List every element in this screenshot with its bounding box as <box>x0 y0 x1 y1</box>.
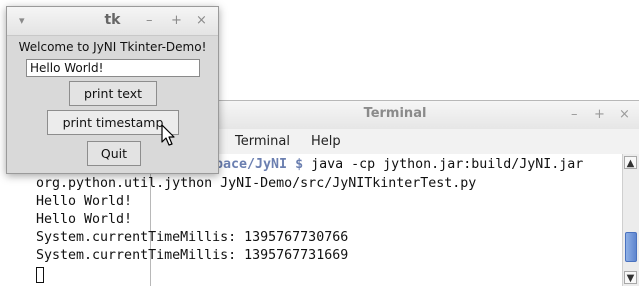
scroll-up-icon[interactable]: ▲ <box>624 156 637 169</box>
mouse-pointer-icon <box>161 124 175 146</box>
scroll-down-icon[interactable]: ▼ <box>624 271 637 284</box>
maximize-icon[interactable]: + <box>594 107 605 122</box>
terminal-menubar: Terminal Help <box>151 129 639 155</box>
terminal-line: org.python.util.jython JyNI-Demo/src/JyN… <box>36 176 477 191</box>
welcome-label: Welcome to JyNI Tkinter-Demo! <box>18 40 207 54</box>
terminal-cursor <box>36 267 44 283</box>
menu-terminal[interactable]: Terminal <box>235 134 290 149</box>
terminal-output[interactable]: space/JyNI $ java -cp jython.jar:build/J… <box>36 154 622 286</box>
terminal-window: Terminal – + × Terminal Help space/JyNI … <box>36 100 639 286</box>
terminal-title: Terminal <box>363 106 427 121</box>
quit-button[interactable]: Quit <box>87 141 141 166</box>
text-entry[interactable]: Hello World! <box>26 59 200 77</box>
terminal-scrollbar[interactable]: ▲ ▼ <box>622 154 639 286</box>
tk-title: tk <box>104 12 121 28</box>
terminal-line: System.currentTimeMillis: 1395767730766 <box>36 230 349 245</box>
terminal-line-command: space/JyNI $ java -cp jython.jar:build/J… <box>207 156 583 174</box>
close-icon[interactable]: × <box>619 107 630 122</box>
maximize-icon[interactable]: + <box>171 13 182 28</box>
print-text-button[interactable]: print text <box>69 81 157 106</box>
tk-window: ▾ tk – + × Welcome to JyNI Tkinter-Demo!… <box>6 6 219 174</box>
prompt-sign: $ <box>295 157 304 172</box>
scrollbar-thumb[interactable] <box>625 232 637 262</box>
close-icon[interactable]: × <box>196 13 207 28</box>
terminal-line: Hello World! <box>36 212 133 227</box>
print-timestamp-button[interactable]: print timestamp <box>47 110 179 135</box>
prompt-directory: space/JyNI <box>207 157 288 172</box>
menu-help[interactable]: Help <box>311 134 341 149</box>
minimize-icon[interactable]: – <box>571 107 578 122</box>
minimize-icon[interactable]: – <box>146 13 153 28</box>
terminal-titlebar[interactable]: Terminal – + × <box>151 101 639 130</box>
terminal-line: System.currentTimeMillis: 1395767731669 <box>36 248 349 263</box>
command-text: java -cp jython.jar:build/JyNI.jar <box>303 157 584 172</box>
terminal-line: Hello World! <box>36 194 133 209</box>
tk-titlebar[interactable]: ▾ tk – + × <box>7 7 218 36</box>
